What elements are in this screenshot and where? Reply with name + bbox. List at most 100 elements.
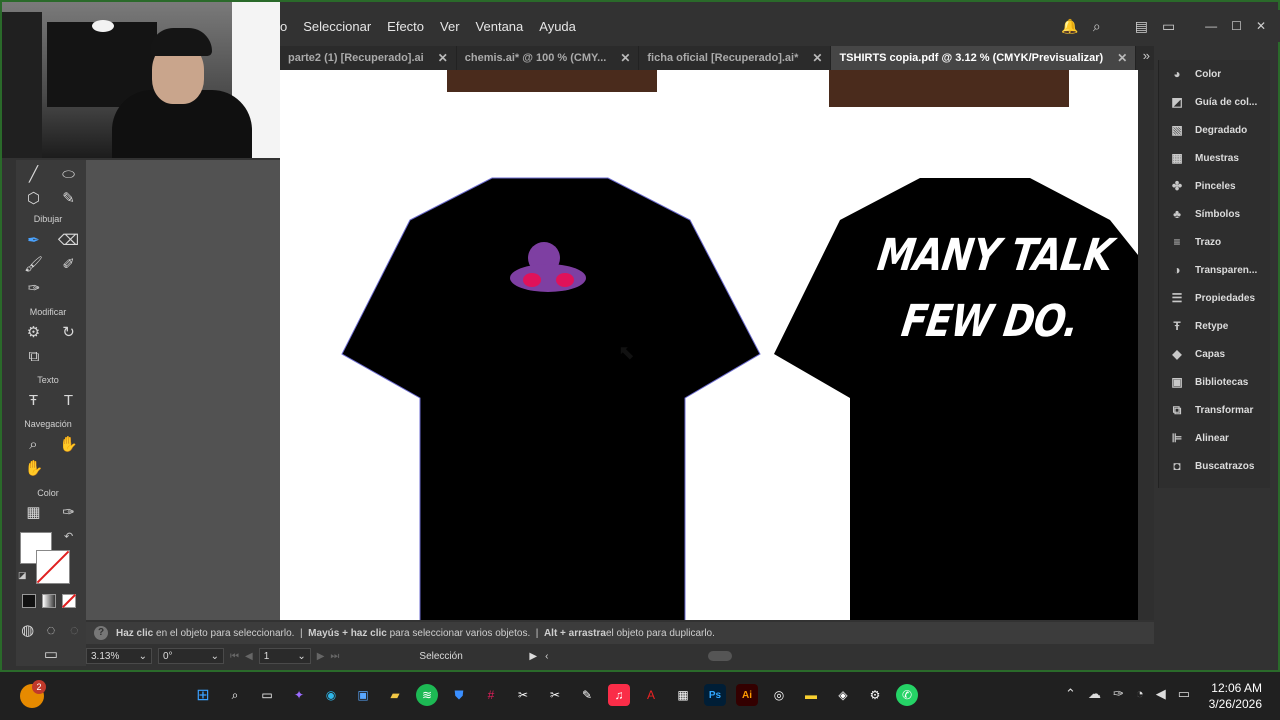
ellipse-tool-icon[interactable]: ⬭ <box>57 166 81 183</box>
close-icon[interactable]: ✕ <box>620 51 630 65</box>
rotation-select[interactable]: 0° ⌄ <box>158 648 224 664</box>
panel-swatches[interactable]: ▦ Muestras <box>1159 144 1270 172</box>
default-colors-icon[interactable]: ◪ <box>18 570 27 581</box>
eraser-tool-icon[interactable]: ⌫ <box>57 231 81 249</box>
prev-artboard-icon[interactable]: ◀ <box>245 651 253 662</box>
menu-item-partial[interactable]: o <box>280 19 287 34</box>
store-icon[interactable]: ▣ <box>352 684 374 706</box>
maximize-button[interactable]: ☐ <box>1231 19 1242 33</box>
panel-color-guide[interactable]: ◩ Guía de col... <box>1159 88 1270 116</box>
bell-icon[interactable]: 🔔 <box>1061 18 1078 35</box>
panel-align[interactable]: ⊫ Alinear <box>1159 424 1270 452</box>
panel-transparency[interactable]: ◑ Transparen... <box>1159 256 1270 284</box>
spotify-icon[interactable]: ≋ <box>416 684 438 706</box>
system-clock[interactable]: 12:06 AM 3/26/2026 <box>1209 680 1262 712</box>
task-view-icon[interactable]: ▭ <box>256 684 278 706</box>
pencil-tool-icon[interactable]: ✐ <box>57 255 81 273</box>
more-tabs-icon[interactable]: » <box>1143 48 1150 63</box>
pen-tool-icon[interactable]: ✒ <box>22 231 46 249</box>
search-icon[interactable]: ⌕ <box>1093 18 1101 35</box>
draw-inside-icon[interactable]: ◌ <box>63 622 86 639</box>
snipping-tool-icon[interactable]: ✂ <box>544 684 566 706</box>
slack-icon[interactable]: # <box>480 684 502 706</box>
tab-document[interactable]: ficha oficial [Recuperado].ai* ✕ <box>639 46 832 70</box>
panel-layers[interactable]: ◆ Capas <box>1159 340 1270 368</box>
panel-libraries[interactable]: ▣ Bibliotecas <box>1159 368 1270 396</box>
menu-item-help[interactable]: Ayuda <box>539 19 576 34</box>
panel-symbols[interactable]: ♣ Símbolos <box>1159 200 1270 228</box>
shirt-text-line2[interactable]: FEW DO. <box>898 296 1081 347</box>
gradient-mode-swatch[interactable] <box>42 594 56 608</box>
draw-mode-icon[interactable]: ◍ <box>16 621 39 639</box>
paintbrush-tool-icon[interactable]: 🖌 <box>22 255 46 273</box>
panel-color[interactable]: ◕ Color <box>1159 60 1270 88</box>
next-artboard-icon[interactable]: ▶ <box>317 651 325 662</box>
line-tool-icon[interactable]: ╱ <box>22 165 46 183</box>
stroke-swatch[interactable] <box>36 550 70 584</box>
color-mode-swatch[interactable] <box>22 594 36 608</box>
onedrive-icon[interactable]: ☁ <box>1088 686 1101 702</box>
zoom-select[interactable]: 3.13% ⌄ <box>86 648 152 664</box>
gradient-tool-icon[interactable]: ▦ <box>22 503 46 521</box>
copilot-icon[interactable]: ✦ <box>288 684 310 706</box>
draw-behind-icon[interactable]: ◌ <box>39 622 62 639</box>
sticky-notes-icon[interactable]: ▬ <box>800 684 822 706</box>
volume-icon[interactable]: ◀ <box>1156 686 1166 702</box>
settings-icon[interactable]: ⚙ <box>864 684 886 706</box>
close-button[interactable]: ✕ <box>1256 19 1266 33</box>
horizontal-scrollbar[interactable] <box>708 651 733 661</box>
pen-settings-icon[interactable]: ✑ <box>1113 686 1124 702</box>
eyedropper-draw-icon[interactable]: ✑ <box>22 279 46 297</box>
battery-icon[interactable]: ▭ <box>1178 686 1190 702</box>
edge-icon[interactable]: ◉ <box>320 684 342 706</box>
panel-stroke[interactable]: ≡ Trazo <box>1159 228 1270 256</box>
layout-icon[interactable]: ▤ <box>1135 18 1148 35</box>
help-icon[interactable]: ? <box>94 626 108 640</box>
rotate-view-icon[interactable]: ✋ <box>22 459 46 477</box>
close-icon[interactable]: ✕ <box>812 51 822 65</box>
vertical-scrollbar[interactable] <box>1138 70 1154 620</box>
windows-start-icon[interactable]: ⊞ <box>192 684 214 706</box>
chevron-up-icon[interactable]: ⌃ <box>1065 686 1076 702</box>
calculator-icon[interactable]: ▦ <box>672 684 694 706</box>
panel-brushes[interactable]: ✤ Pinceles <box>1159 172 1270 200</box>
polygon-tool-icon[interactable]: ⬡ <box>22 189 46 207</box>
shirt-text-line1[interactable]: MANY TALK <box>874 230 1115 281</box>
menu-item-window[interactable]: Ventana <box>476 19 524 34</box>
photoshop-icon[interactable]: Ps <box>704 684 726 706</box>
panel-properties[interactable]: ☰ Propiedades <box>1159 284 1270 312</box>
type-tool-icon[interactable]: T <box>57 392 81 409</box>
obs-icon[interactable]: ◎ <box>768 684 790 706</box>
first-artboard-icon[interactable]: ⏮ <box>230 651 239 662</box>
tab-document[interactable]: parte2 (1) [Recuperado].ai ✕ <box>280 46 457 70</box>
whatsapp-icon[interactable]: ✆ <box>896 684 918 706</box>
zoom-tool-icon[interactable]: ⌕ <box>22 436 46 453</box>
touch-type-icon[interactable]: Ŧ <box>22 392 46 409</box>
swap-colors-icon[interactable]: ↶ <box>64 530 73 543</box>
blob-brush-icon[interactable]: ✎ <box>57 189 81 207</box>
free-transform-icon[interactable]: ⧉ <box>22 348 46 365</box>
artboard-select[interactable]: 1 ⌄ <box>258 648 311 664</box>
screen-mode-icon[interactable]: ▭ <box>39 645 63 663</box>
file-explorer-icon[interactable]: ▰ <box>384 684 406 706</box>
illustrator-icon[interactable]: Ai <box>736 684 758 706</box>
tab-document[interactable]: chemis.ai* @ 100 % (CMY... ✕ <box>457 46 640 70</box>
rotate-tool-icon[interactable]: ↻ <box>57 323 81 341</box>
none-mode-swatch[interactable] <box>61 593 77 609</box>
search-icon[interactable]: ⌕ <box>224 684 246 706</box>
menu-item-select[interactable]: Seleccionar <box>303 19 371 34</box>
close-icon[interactable]: ✕ <box>438 51 448 65</box>
panel-pathfinder[interactable]: ◘ Buscatrazos <box>1159 452 1270 480</box>
tab-document-active[interactable]: TSHIRTS copia.pdf @ 3.12 % (CMYK/Previsu… <box>831 46 1137 70</box>
menu-item-view[interactable]: Ver <box>440 19 460 34</box>
shaper-tool-icon[interactable]: ⚙ <box>22 323 46 341</box>
wifi-icon[interactable]: ◔ <box>1136 686 1144 702</box>
capcut-icon[interactable]: ✂ <box>512 684 534 706</box>
hand-tool-icon[interactable]: ✋ <box>57 435 81 453</box>
panel-gradient[interactable]: ▧ Degradado <box>1159 116 1270 144</box>
close-icon[interactable]: ✕ <box>1117 51 1127 65</box>
menu-item-effect[interactable]: Efecto <box>387 19 424 34</box>
music-icon[interactable]: ♫ <box>608 684 630 706</box>
artboard-canvas[interactable]: MANY TALK FEW DO. ⬉ <box>280 70 1138 620</box>
panel-retype[interactable]: Ŧ Retype <box>1159 312 1270 340</box>
